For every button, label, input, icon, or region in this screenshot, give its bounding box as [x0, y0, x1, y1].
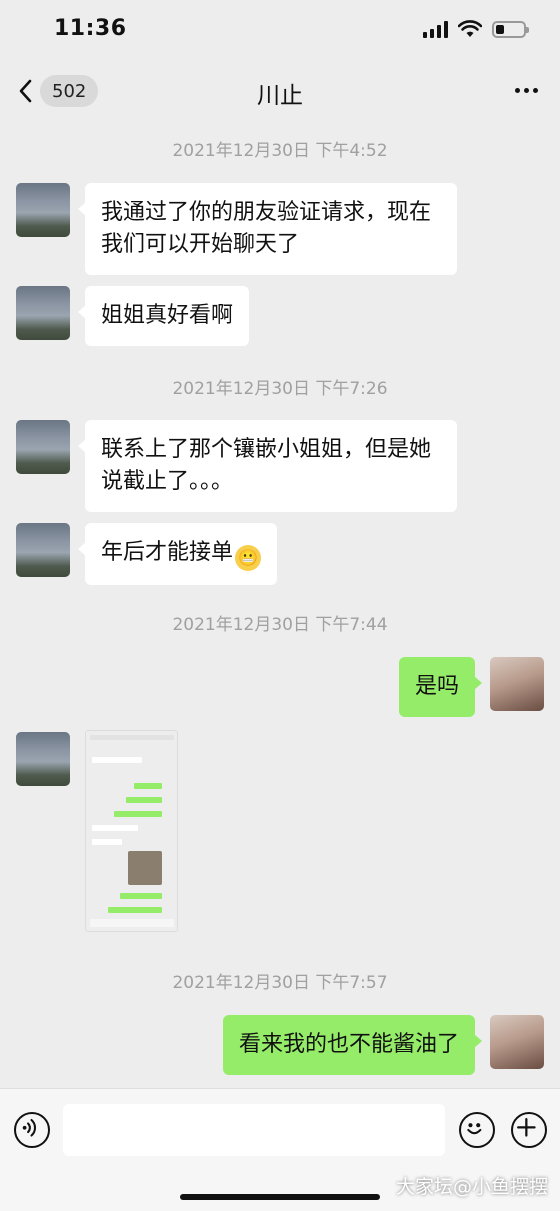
message-bubble-incoming[interactable]: 联系上了那个镶嵌小姐姐，但是她 说截止了。。。 — [78, 420, 457, 512]
message-text: 说截止了。。。 — [101, 469, 234, 494]
voice-icon — [22, 1118, 36, 1137]
message-bubble-outgoing[interactable]: 看来我的也不能酱油了 — [222, 1015, 483, 1075]
message-text: 年后才能接单 — [101, 540, 234, 565]
timestamp: 2021年12月30日 下午7:57 — [172, 973, 388, 993]
more-options-button[interactable] — [515, 88, 538, 93]
contact-avatar[interactable] — [16, 183, 70, 237]
more-functions-button[interactable] — [511, 1112, 547, 1148]
voice-input-button[interactable] — [14, 1112, 50, 1148]
message-bubble-incoming[interactable]: 我通过了你的朋友验证请求，现在 我们可以开始聊天了 — [78, 183, 457, 275]
message-text: 是吗 — [414, 674, 459, 699]
battery-icon — [492, 20, 529, 38]
more-dots-icon — [515, 88, 520, 93]
my-avatar[interactable] — [490, 657, 544, 711]
smiley-icon — [467, 1123, 482, 1135]
timestamp: 2021年12月30日 下午7:44 — [172, 615, 388, 635]
grimace-emoji-icon: 😬 — [235, 545, 262, 571]
wifi-icon — [458, 20, 482, 37]
emoji-button[interactable] — [459, 1112, 495, 1148]
contact-avatar[interactable] — [16, 286, 70, 340]
contact-avatar[interactable] — [16, 420, 70, 474]
watermark: 大家坛@小鱼摆摆 — [395, 1176, 548, 1198]
message-bubble-outgoing[interactable]: 是吗 — [398, 657, 483, 717]
message-list[interactable]: 2021年12月30日 下午4:52 我通过了你的朋友验证请求，现在 我们可以开… — [0, 120, 560, 1088]
message-text: 我们可以开始聊天了 — [101, 232, 300, 257]
home-indicator — [180, 1194, 380, 1200]
message-bubble-incoming[interactable]: 年后才能接单 😬 — [77, 523, 278, 585]
message-text: 联系上了那个镶嵌小姐姐，但是她 — [101, 437, 432, 462]
status-icons — [423, 20, 529, 38]
timestamp: 2021年12月30日 下午4:52 — [172, 141, 388, 161]
message-input[interactable] — [63, 1104, 445, 1156]
message-bubble-incoming[interactable]: 姐姐真好看啊 — [77, 286, 250, 346]
message-text: 看来我的也不能酱油了 — [238, 1032, 459, 1057]
message-text: 我通过了你的朋友验证请求，现在 — [101, 200, 432, 225]
message-text: 姐姐真好看啊 — [101, 303, 234, 328]
chat-title: 川止 — [257, 83, 303, 109]
contact-avatar[interactable] — [16, 523, 70, 577]
status-bar: 11:36 — [0, 0, 560, 62]
plus-icon — [517, 1118, 536, 1137]
status-time: 11:36 — [54, 16, 127, 41]
image-message-thumbnail[interactable] — [85, 730, 178, 932]
contact-avatar[interactable] — [16, 732, 70, 786]
chat-header: 502 川止 — [0, 62, 560, 120]
timestamp: 2021年12月30日 下午7:26 — [172, 379, 388, 399]
cellular-signal-icon — [423, 20, 448, 38]
my-avatar[interactable] — [490, 1015, 544, 1069]
